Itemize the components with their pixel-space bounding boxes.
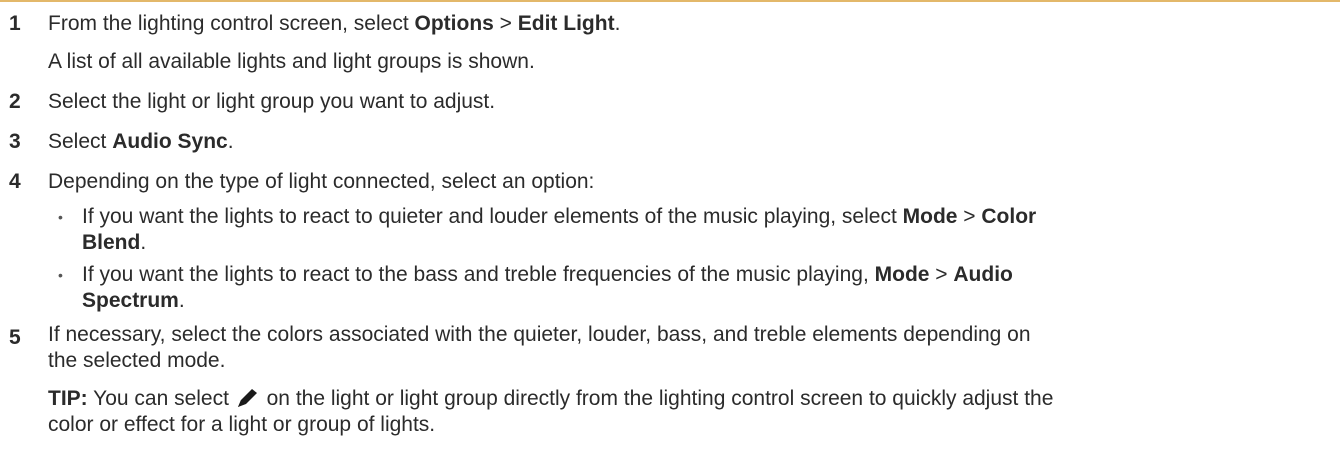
step-3: 3 Select Audio Sync. [0, 126, 1335, 158]
text-line: If necessary, select the colors associat… [48, 323, 1031, 346]
separator: > [957, 205, 982, 228]
step-number: 3 [9, 130, 21, 153]
text-run: If you want the lights to react to quiet… [82, 205, 903, 228]
step-number: 5 [9, 326, 21, 349]
text-run: . [614, 12, 621, 35]
step-4: 4 Depending on the type of light connect… [0, 166, 1335, 314]
pencil-icon [237, 389, 257, 407]
step-2: 2 Select the light or light group you wa… [0, 86, 1335, 118]
audio-sync-label: Audio Sync [112, 130, 228, 153]
audio-label: Audio [953, 263, 1013, 286]
bullet-dot-icon: • [58, 209, 63, 225]
bullet-item-color-blend: • If you want the lights to react to qui… [48, 204, 1335, 256]
mode-label: Mode [874, 263, 930, 286]
bullet-item-audio-spectrum: • If you want the lights to react to the… [48, 262, 1335, 314]
tip-label: TIP: [48, 387, 88, 410]
text-run: If you want the lights to react to the b… [82, 263, 875, 286]
step-text: From the lighting control screen, select… [48, 8, 1335, 40]
text-line: color or effect for a light or group of … [48, 413, 436, 436]
top-divider [0, 0, 1340, 2]
text-run: . [178, 289, 185, 312]
text-run: Select [48, 130, 113, 153]
step-number: 4 [9, 170, 21, 193]
step-number: 2 [9, 90, 21, 113]
step-number: 1 [9, 12, 21, 35]
step-text: Select Audio Sync. [48, 126, 1335, 158]
mode-label: Mode [902, 205, 958, 228]
step-5: 5 If necessary, select the colors associ… [0, 322, 1335, 438]
steps-list: 1 From the lighting control screen, sele… [0, 8, 1335, 446]
text-run: You can select [87, 387, 235, 410]
text-line: the selected mode. [48, 349, 226, 372]
step-text: If necessary, select the colors associat… [48, 322, 1335, 374]
step-text: Depending on the type of light connected… [48, 170, 595, 193]
separator: > [493, 12, 518, 35]
bullet-dot-icon: • [58, 267, 63, 283]
option-bullets: • If you want the lights to react to qui… [48, 204, 1335, 314]
text-run: . [140, 231, 147, 254]
text-run: on the light or light group directly fro… [260, 387, 1054, 410]
blend-label: Blend [82, 231, 141, 254]
text-run: From the lighting control screen, select [48, 12, 415, 35]
edit-light-label: Edit Light [517, 12, 615, 35]
step-text: Select the light or light group you want… [48, 90, 496, 113]
color-label: Color [981, 205, 1037, 228]
step-note: A list of all available lights and light… [48, 50, 535, 73]
tip-note: TIP: You can select on the light or ligh… [48, 386, 1335, 438]
options-menu-label: Options [414, 12, 494, 35]
step-1: 1 From the lighting control screen, sele… [0, 8, 1335, 78]
spectrum-label: Spectrum [82, 289, 179, 312]
separator: > [929, 263, 954, 286]
text-run: . [227, 130, 234, 153]
